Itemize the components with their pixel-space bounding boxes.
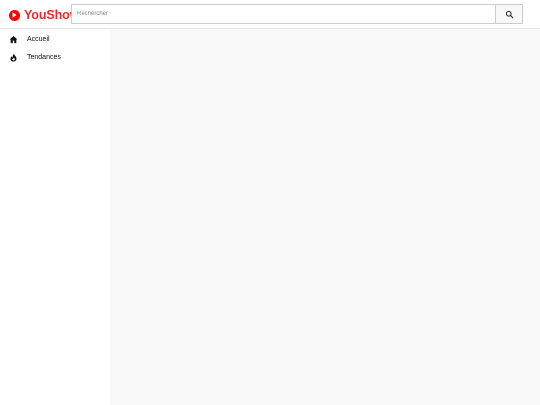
sidebar-item-label: Tendances bbox=[27, 53, 61, 61]
sidebar-item-label: Accueil bbox=[27, 35, 50, 43]
home-icon bbox=[9, 35, 18, 44]
main-content bbox=[110, 29, 540, 405]
search-icon bbox=[505, 10, 514, 19]
flame-icon bbox=[9, 53, 18, 62]
search-button[interactable] bbox=[495, 4, 523, 24]
play-logo-icon bbox=[9, 9, 20, 21]
sidebar-item-tendances[interactable]: Tendances bbox=[0, 48, 110, 66]
search-input[interactable] bbox=[71, 4, 495, 24]
top-bar: YouShow bbox=[0, 0, 540, 29]
sidebar-item-accueil[interactable]: Accueil bbox=[0, 30, 110, 48]
sidebar: Accueil Tendances bbox=[0, 29, 110, 405]
youshow-logo[interactable]: YouShow bbox=[9, 7, 79, 23]
search-bar bbox=[71, 4, 523, 24]
